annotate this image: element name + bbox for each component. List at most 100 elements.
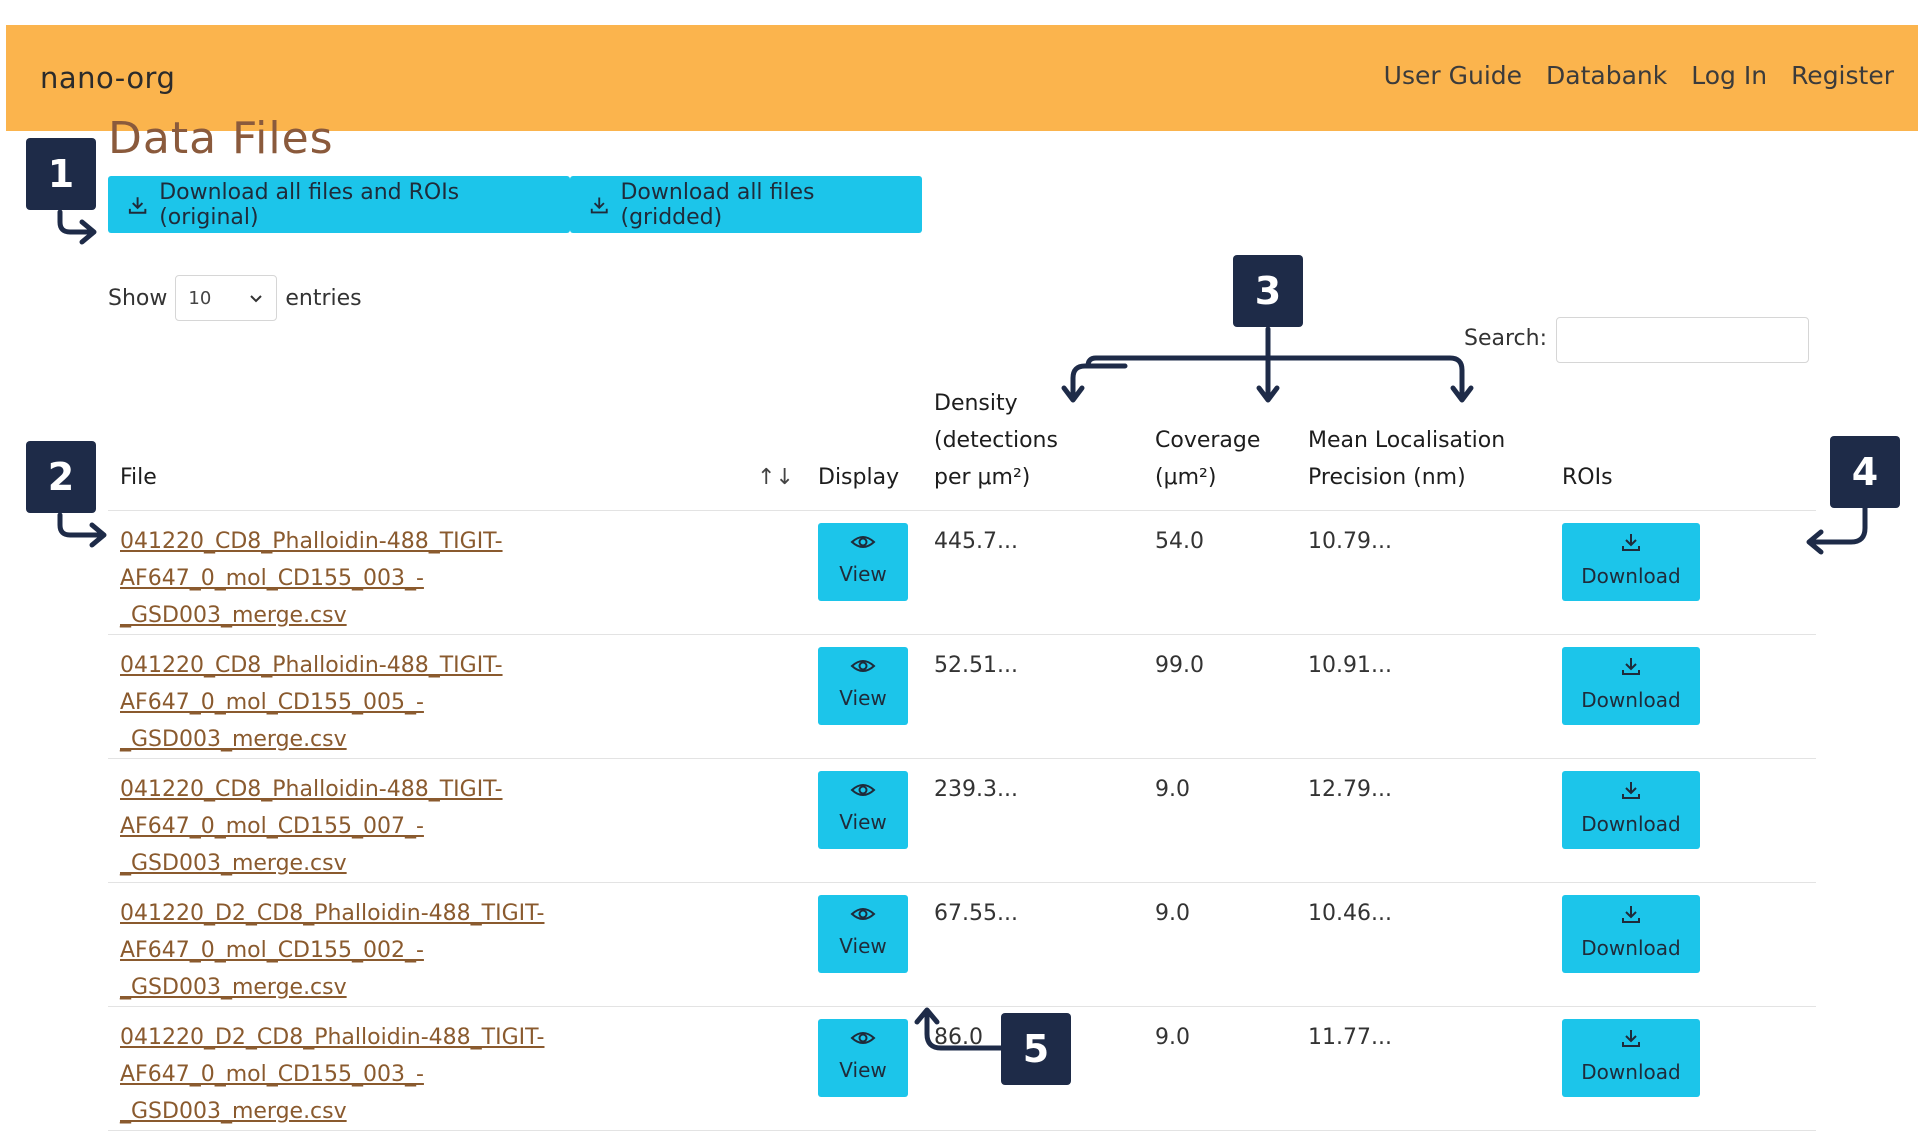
view-button[interactable]: View (818, 523, 908, 601)
density-cell: 239.3... (922, 758, 1143, 883)
download-icon (1622, 657, 1640, 675)
download-icon (590, 197, 608, 213)
precision-cell: 10.46... (1296, 882, 1550, 1007)
view-label: View (839, 685, 887, 710)
coverage-header-line1: Coverage (1155, 428, 1261, 453)
download-label: Download (1581, 687, 1681, 712)
file-cell: 041220_CD8_Phalloidin-488_TIGIT-AF647_0_… (108, 758, 806, 883)
callout-badge-1: 1 (26, 138, 96, 210)
eye-icon (850, 535, 876, 548)
chevron-down-icon (250, 295, 263, 303)
coverage-header-line2: (μm²) (1155, 465, 1217, 490)
callout-badge-2: 2 (26, 441, 96, 513)
file-link[interactable]: 041220_CD8_Phalloidin-488_TIGIT-AF647_0_… (120, 771, 794, 882)
download-icon (1622, 1029, 1640, 1047)
file-link-line2: _GSD003_merge.csv (120, 975, 347, 1000)
file-link[interactable]: 041220_CD8_Phalloidin-488_TIGIT-AF647_0_… (120, 523, 794, 634)
coverage-cell: 9.0 (1143, 758, 1296, 883)
download-all-original-button[interactable]: Download all files and ROIs (original) (108, 176, 570, 233)
download-all-original-label: Download all files and ROIs (original) (159, 179, 460, 230)
file-cell: 041220_CD8_Phalloidin-488_TIGIT-AF647_0_… (108, 634, 806, 759)
table-row: 041220_CD8_Phalloidin-488_TIGIT-AF647_0_… (108, 758, 1816, 883)
roi-download-button[interactable]: Download (1562, 647, 1700, 725)
roi-download-button[interactable]: Download (1562, 895, 1700, 973)
entries-control: Show 10 entries (108, 275, 362, 321)
download-all-gridded-button[interactable]: Download all files (gridded) (570, 176, 922, 233)
entries-select-value: 10 (188, 287, 212, 309)
file-link-line1: 041220_CD8_Phalloidin-488_TIGIT-AF647_0_… (120, 777, 503, 839)
callout-badge-3: 3 (1233, 255, 1303, 327)
rois-cell: Download (1550, 1006, 1816, 1131)
download-label: Download (1581, 1059, 1681, 1084)
data-files-table: File ↑↓ Display Density (detections per … (108, 385, 1816, 1131)
show-label: Show (108, 285, 168, 311)
page-title: Data Files (108, 113, 334, 164)
file-cell: 041220_CD8_Phalloidin-488_TIGIT-AF647_0_… (108, 510, 806, 635)
brand-logo[interactable]: nano-org (40, 61, 175, 95)
roi-download-button[interactable]: Download (1562, 1019, 1700, 1097)
precision-cell: 10.91... (1296, 634, 1550, 759)
view-button[interactable]: View (818, 1019, 908, 1097)
eye-icon (850, 907, 876, 920)
file-link[interactable]: 041220_CD8_Phalloidin-488_TIGIT-AF647_0_… (120, 647, 794, 758)
coverage-cell: 54.0 (1143, 510, 1296, 635)
download-all-gridded-label: Download all files (gridded) (620, 179, 815, 230)
table-row: 041220_D2_CD8_Phalloidin-488_TIGIT-AF647… (108, 882, 1816, 1007)
display-cell: View (806, 634, 922, 759)
eye-icon (850, 659, 876, 672)
column-header-density: Density (detections per μm²) (922, 385, 1143, 511)
column-header-coverage: Coverage (μm²) (1143, 385, 1296, 511)
nav-link-user-guide[interactable]: User Guide (1384, 61, 1522, 90)
sort-icon[interactable]: ↑↓ (757, 459, 794, 496)
file-cell: 041220_D2_CD8_Phalloidin-488_TIGIT-AF647… (108, 1006, 806, 1131)
table-row: 041220_D2_CD8_Phalloidin-488_TIGIT-AF647… (108, 1006, 1816, 1131)
entries-label: entries (285, 285, 362, 311)
display-cell: View (806, 882, 922, 1007)
precision-header-line1: Mean Localisation (1308, 428, 1506, 453)
file-link-line2: _GSD003_merge.csv (120, 1099, 347, 1124)
download-label: Download (1581, 935, 1681, 960)
table-row: 041220_CD8_Phalloidin-488_TIGIT-AF647_0_… (108, 510, 1816, 635)
file-link-line1: 041220_CD8_Phalloidin-488_TIGIT-AF647_0_… (120, 653, 503, 715)
display-cell: View (806, 1006, 922, 1131)
callout-badge-4: 4 (1830, 436, 1900, 508)
density-cell: 67.55... (922, 882, 1143, 1007)
column-header-display: Display (806, 385, 922, 511)
nav-link-register[interactable]: Register (1791, 61, 1894, 90)
download-icon (1622, 533, 1640, 551)
rois-cell: Download (1550, 758, 1816, 883)
file-header-label: File (120, 465, 157, 490)
search-input[interactable] (1556, 317, 1809, 363)
download-icon (1622, 905, 1640, 923)
display-cell: View (806, 758, 922, 883)
density-header-line1: Density (detections (934, 391, 1058, 453)
coverage-cell: 9.0 (1143, 882, 1296, 1007)
table-row: 041220_CD8_Phalloidin-488_TIGIT-AF647_0_… (108, 634, 1816, 759)
roi-download-button[interactable]: Download (1562, 523, 1700, 601)
view-button[interactable]: View (818, 771, 908, 849)
roi-download-button[interactable]: Download (1562, 771, 1700, 849)
precision-cell: 12.79... (1296, 758, 1550, 883)
nav-link-log-in[interactable]: Log In (1691, 61, 1767, 90)
file-link[interactable]: 041220_D2_CD8_Phalloidin-488_TIGIT-AF647… (120, 895, 794, 1006)
nav-links: User Guide Databank Log In Register (1384, 61, 1894, 90)
file-cell: 041220_D2_CD8_Phalloidin-488_TIGIT-AF647… (108, 882, 806, 1007)
entries-select[interactable]: 10 (175, 275, 278, 321)
table-body: 041220_CD8_Phalloidin-488_TIGIT-AF647_0_… (108, 510, 1816, 1131)
file-link[interactable]: 041220_D2_CD8_Phalloidin-488_TIGIT-AF647… (120, 1019, 794, 1130)
precision-header-line2: Precision (nm) (1308, 465, 1466, 490)
coverage-cell: 99.0 (1143, 634, 1296, 759)
density-header-line2: per μm²) (934, 465, 1031, 490)
file-link-line1: 041220_CD8_Phalloidin-488_TIGIT-AF647_0_… (120, 529, 503, 591)
table-header-row: File ↑↓ Display Density (detections per … (108, 385, 1816, 511)
view-label: View (839, 933, 887, 958)
view-button[interactable]: View (818, 647, 908, 725)
nav-link-databank[interactable]: Databank (1546, 61, 1667, 90)
column-header-file[interactable]: File ↑↓ (108, 385, 806, 511)
download-icon (1622, 781, 1640, 799)
file-link-line1: 041220_D2_CD8_Phalloidin-488_TIGIT-AF647… (120, 1025, 545, 1087)
eye-icon (850, 783, 876, 796)
precision-cell: 10.79... (1296, 510, 1550, 635)
view-button[interactable]: View (818, 895, 908, 973)
view-label: View (839, 1057, 887, 1082)
